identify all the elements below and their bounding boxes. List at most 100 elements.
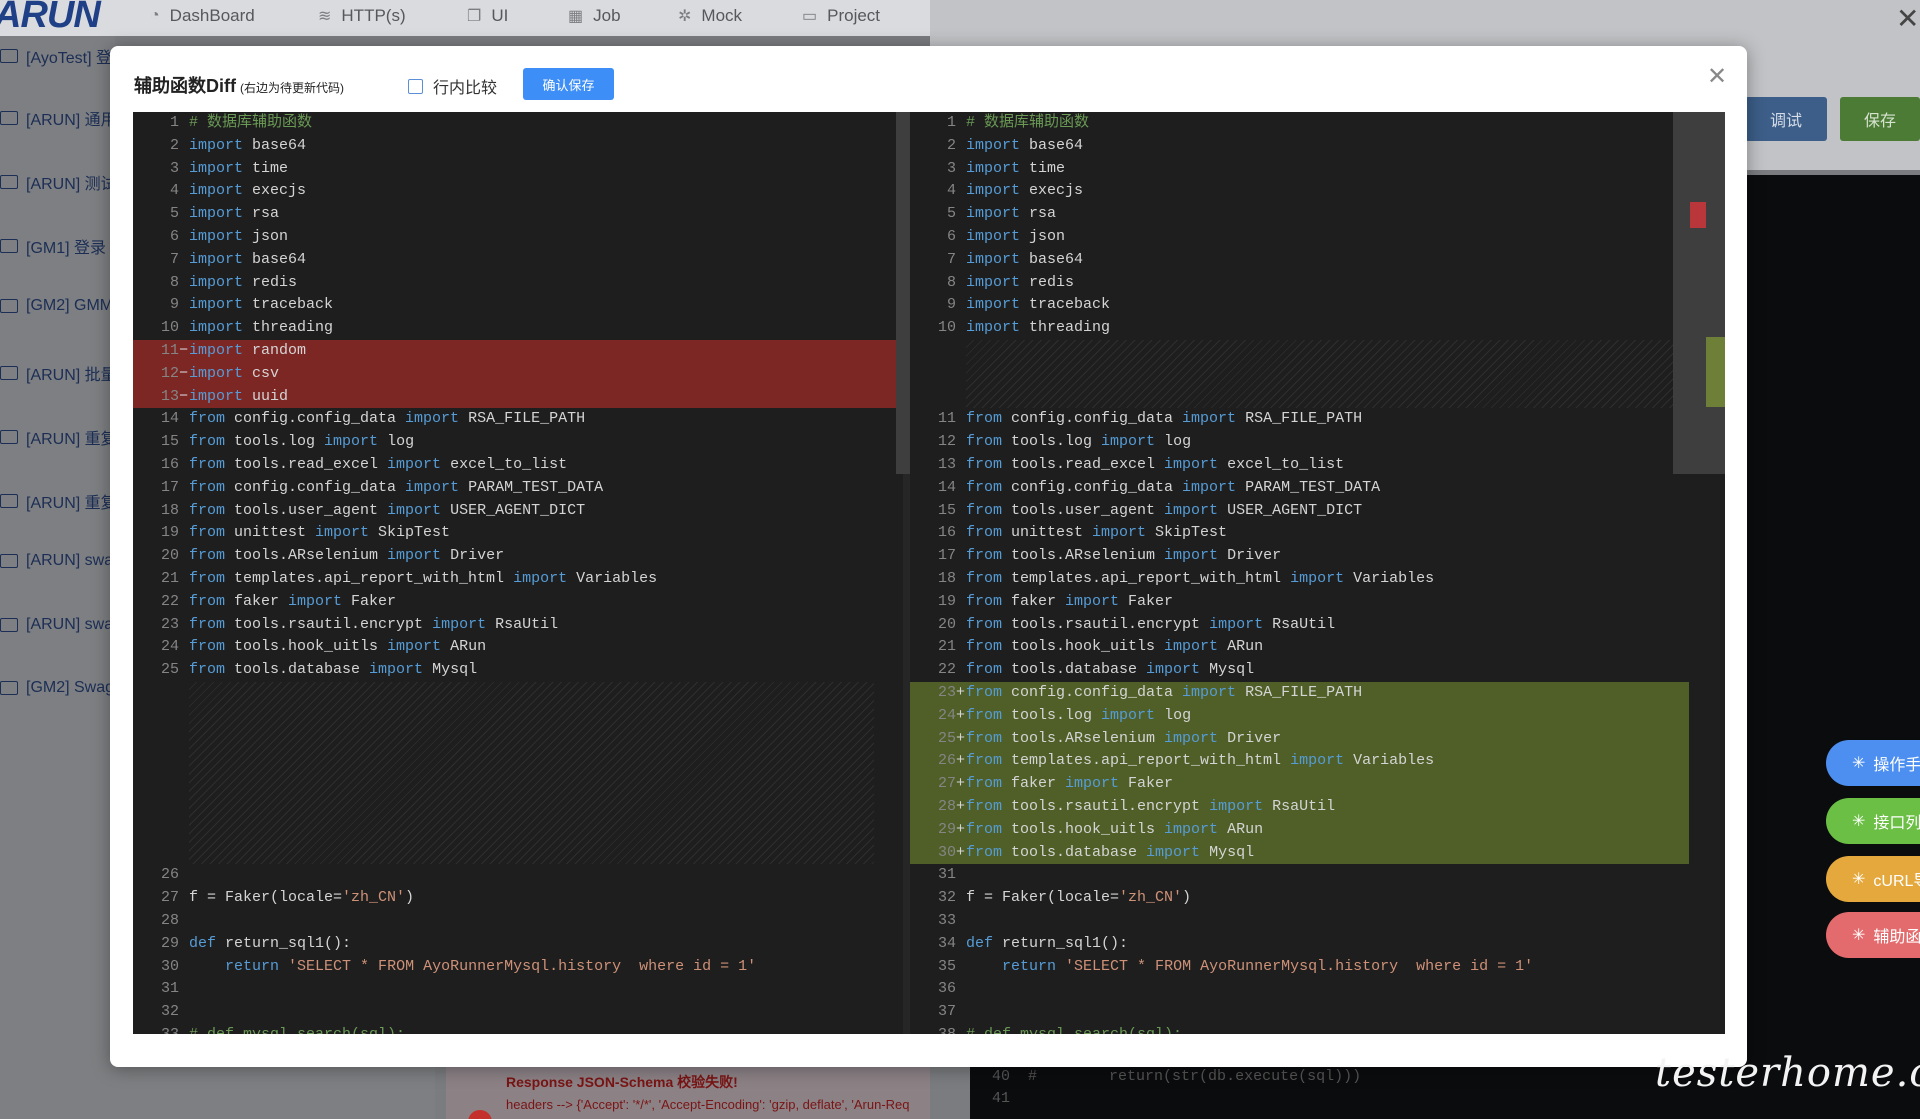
inserted-line[interactable]: 24 + from tools.log import log [910, 704, 1689, 728]
code-line[interactable]: 17 from config.config_data import PARAM_T… [133, 477, 910, 500]
overview-ruler[interactable] [1673, 112, 1725, 474]
code-line[interactable]: 32 f = Faker(locale='zh_CN') [910, 887, 1725, 910]
pill-button-helper-func[interactable]: ✳ 辅助函 [1826, 912, 1920, 958]
code-line[interactable]: 2 import base64 [910, 135, 1725, 158]
code-line[interactable]: 33 [910, 910, 1725, 933]
code-line[interactable]: 26 [133, 864, 910, 887]
code-line[interactable]: 9 import traceback [133, 294, 910, 317]
code-line[interactable]: 25 from tools.database import Mysql [133, 659, 910, 682]
code-line[interactable]: 10 import threading [133, 317, 910, 340]
code-line[interactable]: 19 from unittest import SkipTest [133, 522, 910, 545]
sidebar-item[interactable]: [ARUN] swa [0, 552, 113, 570]
deleted-line[interactable]: 11− import random [133, 340, 910, 363]
code-line[interactable]: 8 import redis [133, 272, 910, 295]
inserted-line[interactable]: 29 + from tools.hook_uitls import ARun [910, 818, 1689, 842]
code-line[interactable]: 23 from tools.rsautil.encrypt import RsaU… [133, 614, 910, 637]
sidebar-item[interactable]: [GM2] Swag [0, 679, 114, 697]
app-logo[interactable]: ARUN [0, 0, 101, 37]
code-line[interactable]: 6 import json [133, 226, 910, 249]
code-line[interactable]: 31 [910, 864, 1725, 887]
code-line[interactable]: 3 import time [133, 158, 910, 181]
code-line[interactable]: 14 from config.config_data import RSA_FIL… [133, 408, 910, 431]
code-line[interactable]: 20 from tools.ARselenium import Driver [133, 545, 910, 568]
sidebar-item[interactable]: [ARUN] 重复 [0, 425, 117, 449]
sidebar-item[interactable]: [ARUN] 批量 [0, 361, 117, 385]
code-line[interactable]: 17 from tools.ARselenium import Driver [910, 545, 1725, 568]
sidebar-item[interactable]: [GM2] GMM [0, 297, 113, 315]
code-line[interactable]: 27 f = Faker(locale='zh_CN') [133, 887, 910, 910]
inserted-line[interactable]: 28 + from tools.rsautil.encrypt import Rsa… [910, 796, 1689, 819]
code-line[interactable]: 38 # def mysql_search(sql): [910, 1024, 1725, 1034]
code-line[interactable]: 5 import rsa [910, 203, 1725, 226]
inserted-line[interactable]: 25 + from tools.ARselenium import Driver [910, 727, 1689, 751]
code-line[interactable]: 10 import threading [910, 317, 1725, 340]
inline-compare-checkbox[interactable]: 行内比较 [408, 74, 497, 98]
code-line[interactable]: 18 from templates.api_report_with_html im… [910, 568, 1725, 591]
code-line[interactable]: 16 from tools.read_excel import excel_to_… [133, 454, 910, 477]
pill-button-manual[interactable]: ✳ 操作手 [1826, 740, 1920, 786]
code-line[interactable]: 35 return 'SELECT * FROM AyoRunnerMysql.… [910, 956, 1725, 979]
sidebar-item[interactable]: [ARUN] swa [0, 616, 113, 634]
run-button[interactable]: 调试 [1745, 97, 1827, 141]
code-line[interactable]: 1 # 数据库辅助函数 [910, 112, 1725, 135]
code-line[interactable]: 1 # 数据库辅助函数 [133, 112, 910, 135]
code-line[interactable]: 36 [910, 978, 1725, 1001]
code-line[interactable]: 8 import redis [910, 272, 1725, 295]
code-line[interactable]: 15 from tools.log import log [133, 431, 910, 454]
code-line[interactable]: 11 from config.config_data import RSA_FIL… [910, 408, 1725, 431]
code-line[interactable]: 28 [133, 910, 910, 933]
sidebar-item[interactable]: [AyoTest] 登 [0, 44, 112, 68]
inserted-line[interactable]: 30 + from tools.database import Mysql [910, 841, 1689, 865]
diff-pane-modified[interactable]: 1 # 数据库辅助函数 2 import base64 3 import time 4 imp… [910, 112, 1725, 1034]
code-line[interactable]: 5 import rsa [133, 203, 910, 226]
code-line[interactable]: 16 from unittest import SkipTest [910, 522, 1725, 545]
code-line[interactable]: 37 [910, 1001, 1725, 1024]
nav-http[interactable]: ≋ HTTP(s) [318, 6, 406, 26]
diff-editor[interactable]: 1 # 数据库辅助函数 2 import base64 3 import time 4 imp… [133, 112, 1725, 1034]
code-line[interactable]: 7 import base64 [910, 249, 1725, 272]
code-line[interactable]: 2 import base64 [133, 135, 910, 158]
close-icon[interactable]: ✕ [1896, 2, 1919, 35]
nav-project[interactable]: ▭ Project [802, 6, 880, 26]
code-line[interactable]: 7 import base64 [133, 249, 910, 272]
code-line[interactable]: 20 from tools.rsautil.encrypt import RsaU… [910, 614, 1725, 637]
sidebar-item[interactable]: [ARUN] 重复 [0, 489, 117, 513]
code-line[interactable]: 34 def return_sql1(): [910, 933, 1725, 956]
code-line[interactable]: 12 from tools.log import log [910, 431, 1725, 454]
inserted-line[interactable]: 26 + from templates.api_report_with_html i… [910, 750, 1689, 774]
save-button[interactable]: 保存 [1840, 97, 1920, 141]
scrollbar-left[interactable] [896, 112, 910, 474]
nav-job[interactable]: ▦ Job [568, 6, 621, 26]
code-line[interactable]: 18 from tools.user_agent import USER_AGEN… [133, 500, 910, 523]
code-line[interactable]: 29 def return_sql1(): [133, 933, 910, 956]
deleted-line[interactable]: 12− import csv [133, 362, 910, 386]
code-line[interactable]: 14 from config.config_data import PARAM_T… [910, 477, 1725, 500]
nav-ui[interactable]: ❐ UI [467, 6, 508, 26]
code-line[interactable]: 31 [133, 978, 910, 1001]
code-line[interactable]: 13 from tools.read_excel import excel_to_… [910, 454, 1725, 477]
code-line[interactable]: 4 import execjs [910, 180, 1725, 203]
checkbox-box[interactable] [408, 78, 423, 94]
code-line[interactable]: 21 from templates.api_report_with_html im… [133, 568, 910, 591]
sidebar-item[interactable]: [ARUN] 测试 [0, 170, 117, 194]
close-icon[interactable]: ✕ [1707, 62, 1727, 91]
code-line[interactable]: 9 import traceback [910, 294, 1725, 317]
diff-pane-original[interactable]: 1 # 数据库辅助函数 2 import base64 3 import time 4 imp… [133, 112, 910, 1034]
sidebar-item[interactable]: [ARUN] 通用 [0, 106, 117, 130]
code-line[interactable]: 33 # def mysql_search(sql): [133, 1024, 910, 1034]
code-line[interactable]: 22 from tools.database import Mysql [910, 659, 1725, 682]
nav-dashboard[interactable]: ◔ DashBoard [150, 6, 255, 26]
code-line[interactable]: 30 return 'SELECT * FROM AyoRunnerMysql.… [133, 956, 910, 979]
code-line[interactable]: 3 import time [910, 158, 1725, 181]
nav-mock[interactable]: ✲ Mock [678, 6, 742, 26]
pill-button-curl-import[interactable]: ✳ cURL导 [1826, 856, 1920, 902]
code-line[interactable]: 32 [133, 1001, 910, 1024]
code-line[interactable]: 19 from faker import Faker [910, 591, 1725, 614]
code-line[interactable]: 21 from tools.hook_uitls import ARun [910, 636, 1725, 659]
code-line[interactable]: 6 import json [910, 226, 1725, 249]
inserted-line[interactable]: 27 + from faker import Faker [910, 773, 1689, 796]
pill-button-api-list[interactable]: ✳ 接口列 [1826, 798, 1920, 844]
code-line[interactable]: 24 from tools.hook_uitls import ARun [133, 636, 910, 659]
code-line[interactable]: 15 from tools.user_agent import USER_AGEN… [910, 500, 1725, 523]
inserted-line[interactable]: 23 + from config.config_data import RSA_FI… [910, 682, 1689, 705]
